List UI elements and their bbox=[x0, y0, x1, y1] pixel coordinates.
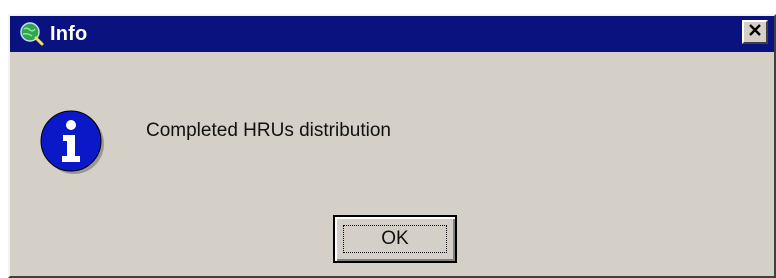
ok-button[interactable]: OK bbox=[333, 215, 457, 263]
page: Info Completed HRUs distribution OK bbox=[0, 0, 776, 278]
message-text: Completed HRUs distribution bbox=[146, 120, 391, 141]
info-icon bbox=[38, 108, 106, 176]
window-title: Info bbox=[50, 22, 88, 45]
info-dialog-window: Info Completed HRUs distribution OK bbox=[8, 14, 776, 278]
title-bar[interactable]: Info bbox=[10, 16, 774, 52]
globe-magnifier-icon bbox=[18, 21, 44, 47]
close-icon bbox=[748, 23, 762, 42]
close-button[interactable] bbox=[742, 20, 768, 44]
ok-button-label: OK bbox=[381, 228, 409, 249]
